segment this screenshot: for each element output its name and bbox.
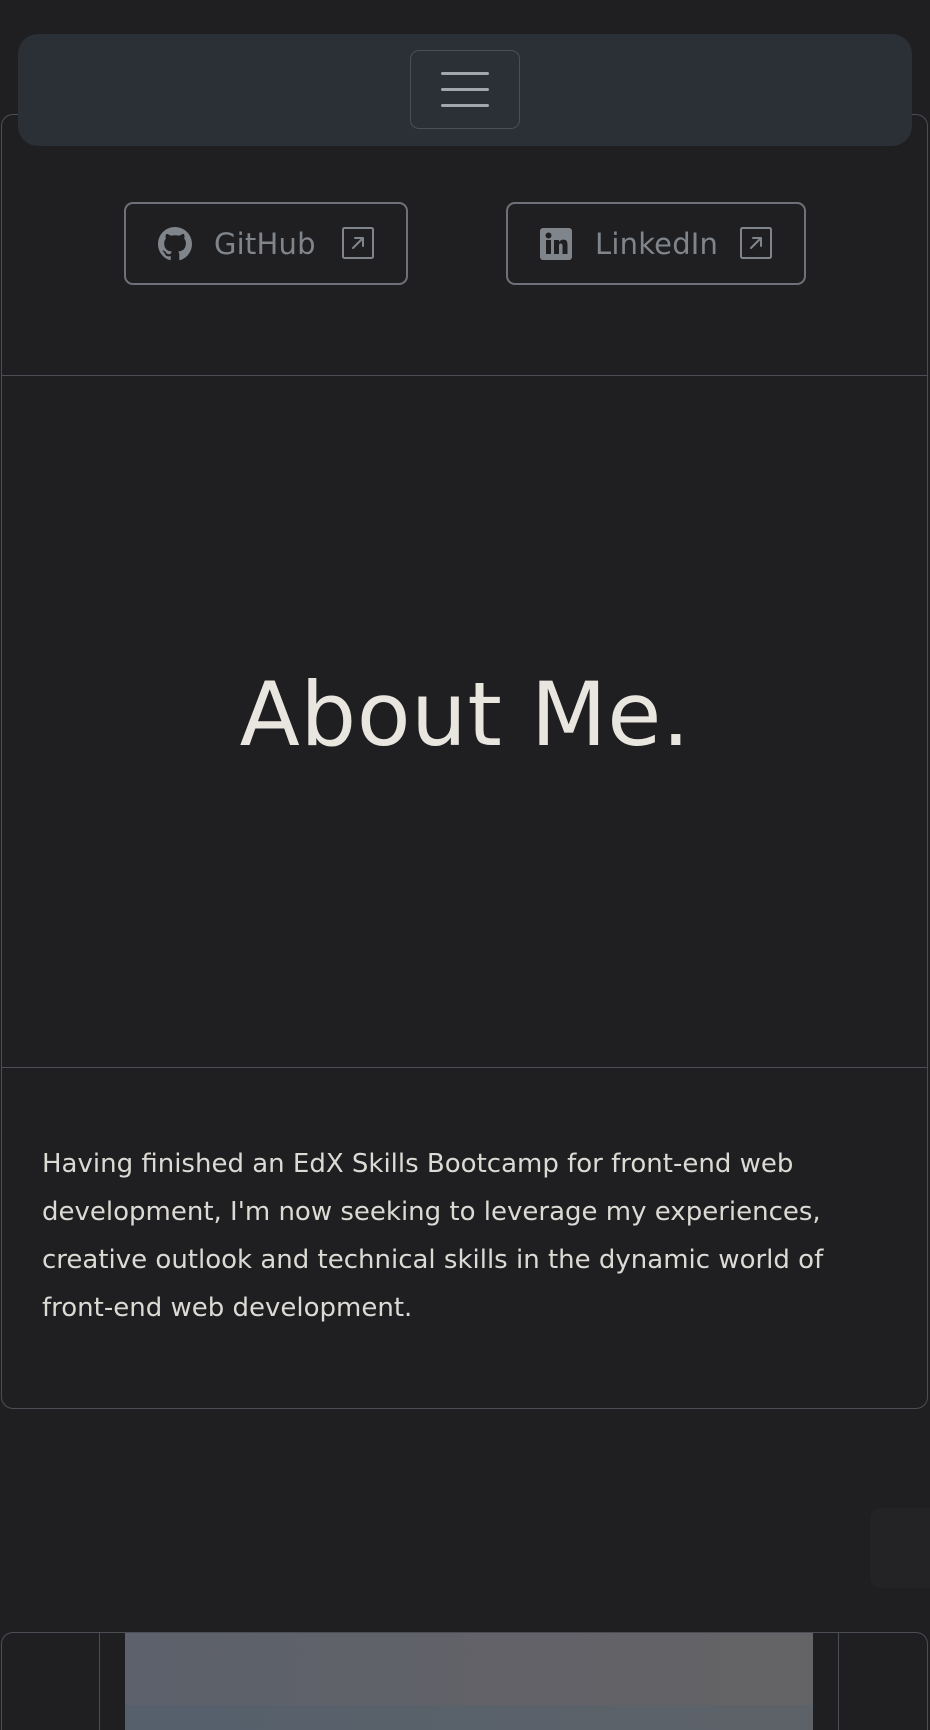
linkedin-icon bbox=[540, 227, 572, 260]
page: GitHub LinkedIn About Me. Having finishe… bbox=[0, 0, 930, 1730]
project-image-band bbox=[125, 1705, 813, 1730]
github-icon bbox=[158, 226, 192, 260]
external-link-icon bbox=[342, 227, 374, 259]
navbar bbox=[18, 34, 912, 146]
linkedin-link-button[interactable]: LinkedIn bbox=[506, 202, 806, 285]
card-frame-line bbox=[99, 1633, 100, 1730]
hamburger-menu-icon bbox=[441, 72, 489, 107]
card-frame-line bbox=[838, 1633, 839, 1730]
linkedin-label: LinkedIn bbox=[595, 226, 719, 261]
about-bio: Having finished an EdX Skills Bootcamp f… bbox=[42, 1149, 824, 1323]
github-label: GitHub bbox=[214, 226, 316, 261]
project-image[interactable] bbox=[125, 1633, 813, 1730]
section-divider bbox=[2, 375, 927, 376]
about-title: About Me. bbox=[239, 663, 691, 766]
section-divider bbox=[2, 1067, 927, 1068]
external-link-icon bbox=[740, 227, 772, 259]
github-link-button[interactable]: GitHub bbox=[124, 202, 408, 285]
menu-toggle-button[interactable] bbox=[410, 50, 520, 129]
project-card bbox=[1, 1632, 928, 1730]
scroll-to-top-button[interactable] bbox=[870, 1508, 930, 1588]
